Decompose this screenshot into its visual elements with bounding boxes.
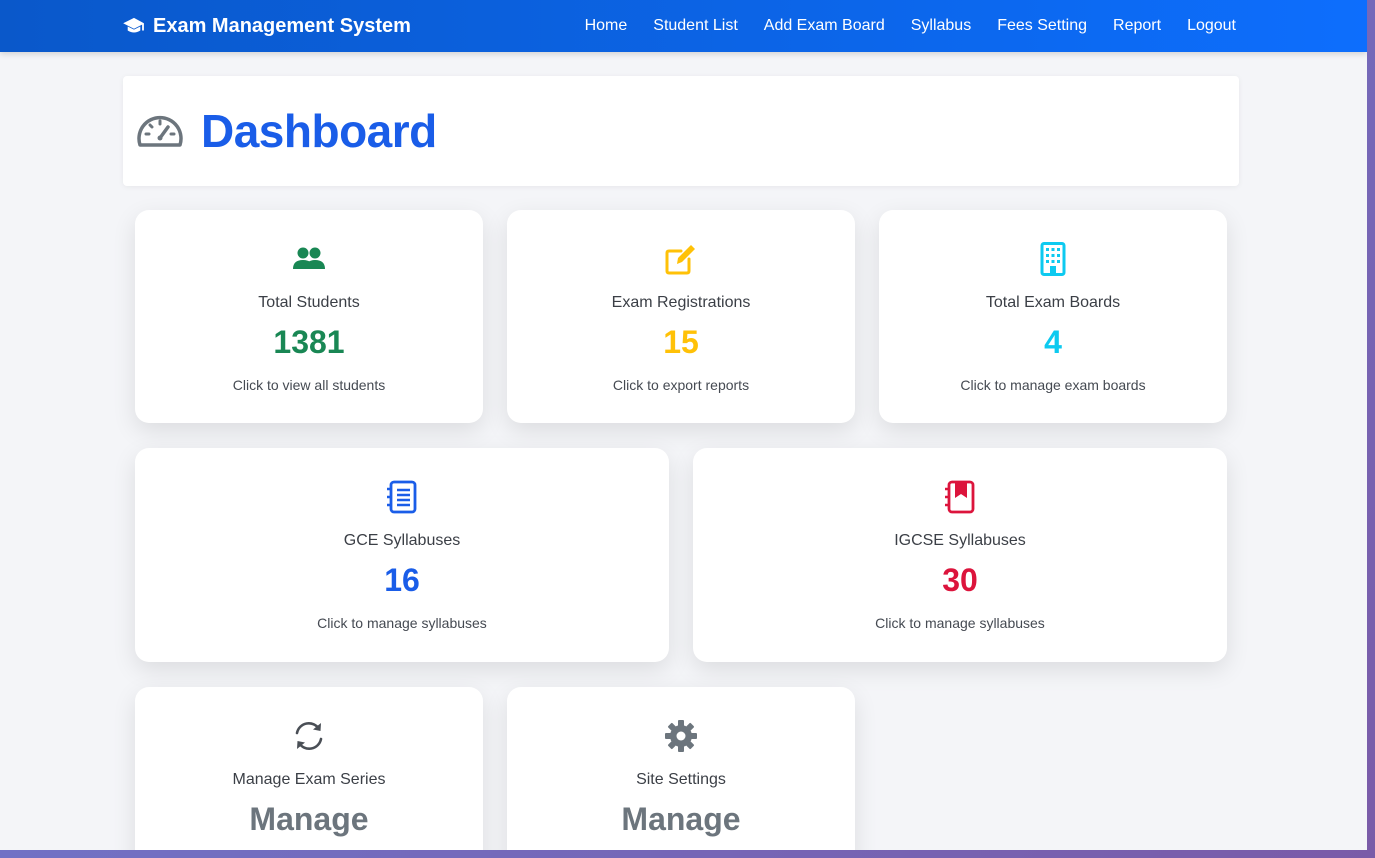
- card-value: Manage: [249, 801, 369, 837]
- nav-logout[interactable]: Logout: [1174, 17, 1244, 35]
- card-label: Total Students: [258, 294, 360, 311]
- card-gce-syllabuses[interactable]: GCE Syllabuses 16 Click to manage syllab…: [135, 448, 669, 662]
- gear-icon: [664, 719, 698, 753]
- nav-links: Home Student List Add Exam Board Syllabu…: [572, 17, 1244, 35]
- card-igcse-syllabuses[interactable]: IGCSE Syllabuses 30 Click to manage syll…: [693, 448, 1227, 662]
- card-hint: Click to export reports: [612, 377, 750, 393]
- nav-report[interactable]: Report: [1100, 17, 1174, 35]
- card-label: Total Exam Boards: [985, 294, 1121, 311]
- card-exam-registrations[interactable]: Exam Registrations 15 Click to export re…: [507, 210, 855, 423]
- card-label: Site Settings: [636, 771, 726, 788]
- nav-syllabus[interactable]: Syllabus: [898, 17, 984, 35]
- nav-fees-setting[interactable]: Fees Setting: [984, 17, 1100, 35]
- navbar: Exam Management System Home Student List…: [0, 0, 1367, 52]
- card-value: 16: [384, 562, 420, 598]
- card-label: Exam Registrations: [611, 294, 751, 311]
- card-value: 15: [663, 324, 699, 360]
- card-manage-exam-series[interactable]: Manage Exam Series Manage: [135, 687, 483, 850]
- sync-icon: [292, 719, 326, 753]
- card-site-settings[interactable]: Site Settings Manage: [507, 687, 855, 850]
- card-total-exam-boards[interactable]: Total Exam Boards 4 Click to manage exam…: [879, 210, 1227, 423]
- bookmark-notebook-icon: [943, 480, 977, 514]
- card-label: GCE Syllabuses: [343, 532, 461, 549]
- nav-student-list[interactable]: Student List: [640, 17, 751, 35]
- card-label: Manage Exam Series: [232, 771, 386, 788]
- card-hint: Click to manage syllabuses: [875, 615, 1045, 631]
- card-hint: Click to manage exam boards: [960, 377, 1146, 393]
- card-hint: Click to view all students: [232, 377, 386, 393]
- users-icon: [292, 242, 326, 276]
- nav-home[interactable]: Home: [572, 17, 641, 35]
- card-value: 30: [942, 562, 978, 598]
- edit-icon: [664, 242, 698, 276]
- card-value: 4: [1044, 324, 1062, 360]
- speedometer-icon: [137, 115, 183, 147]
- brand-link[interactable]: Exam Management System: [123, 15, 411, 38]
- brand-label: Exam Management System: [153, 14, 411, 37]
- card-value: 1381: [273, 324, 345, 360]
- nav-add-exam-board[interactable]: Add Exam Board: [751, 17, 898, 35]
- graduation-cap-icon: [123, 17, 144, 33]
- page-title: Dashboard: [201, 105, 437, 157]
- page-header: Dashboard: [123, 76, 1239, 186]
- viewport: Exam Management System Home Student List…: [0, 0, 1367, 850]
- building-icon: [1036, 242, 1070, 276]
- card-hint: Click to manage syllabuses: [317, 615, 487, 631]
- notebook-icon: [385, 480, 419, 514]
- card-total-students[interactable]: Total Students 1381 Click to view all st…: [135, 210, 483, 423]
- card-label: IGCSE Syllabuses: [894, 532, 1026, 549]
- card-value: Manage: [621, 801, 741, 837]
